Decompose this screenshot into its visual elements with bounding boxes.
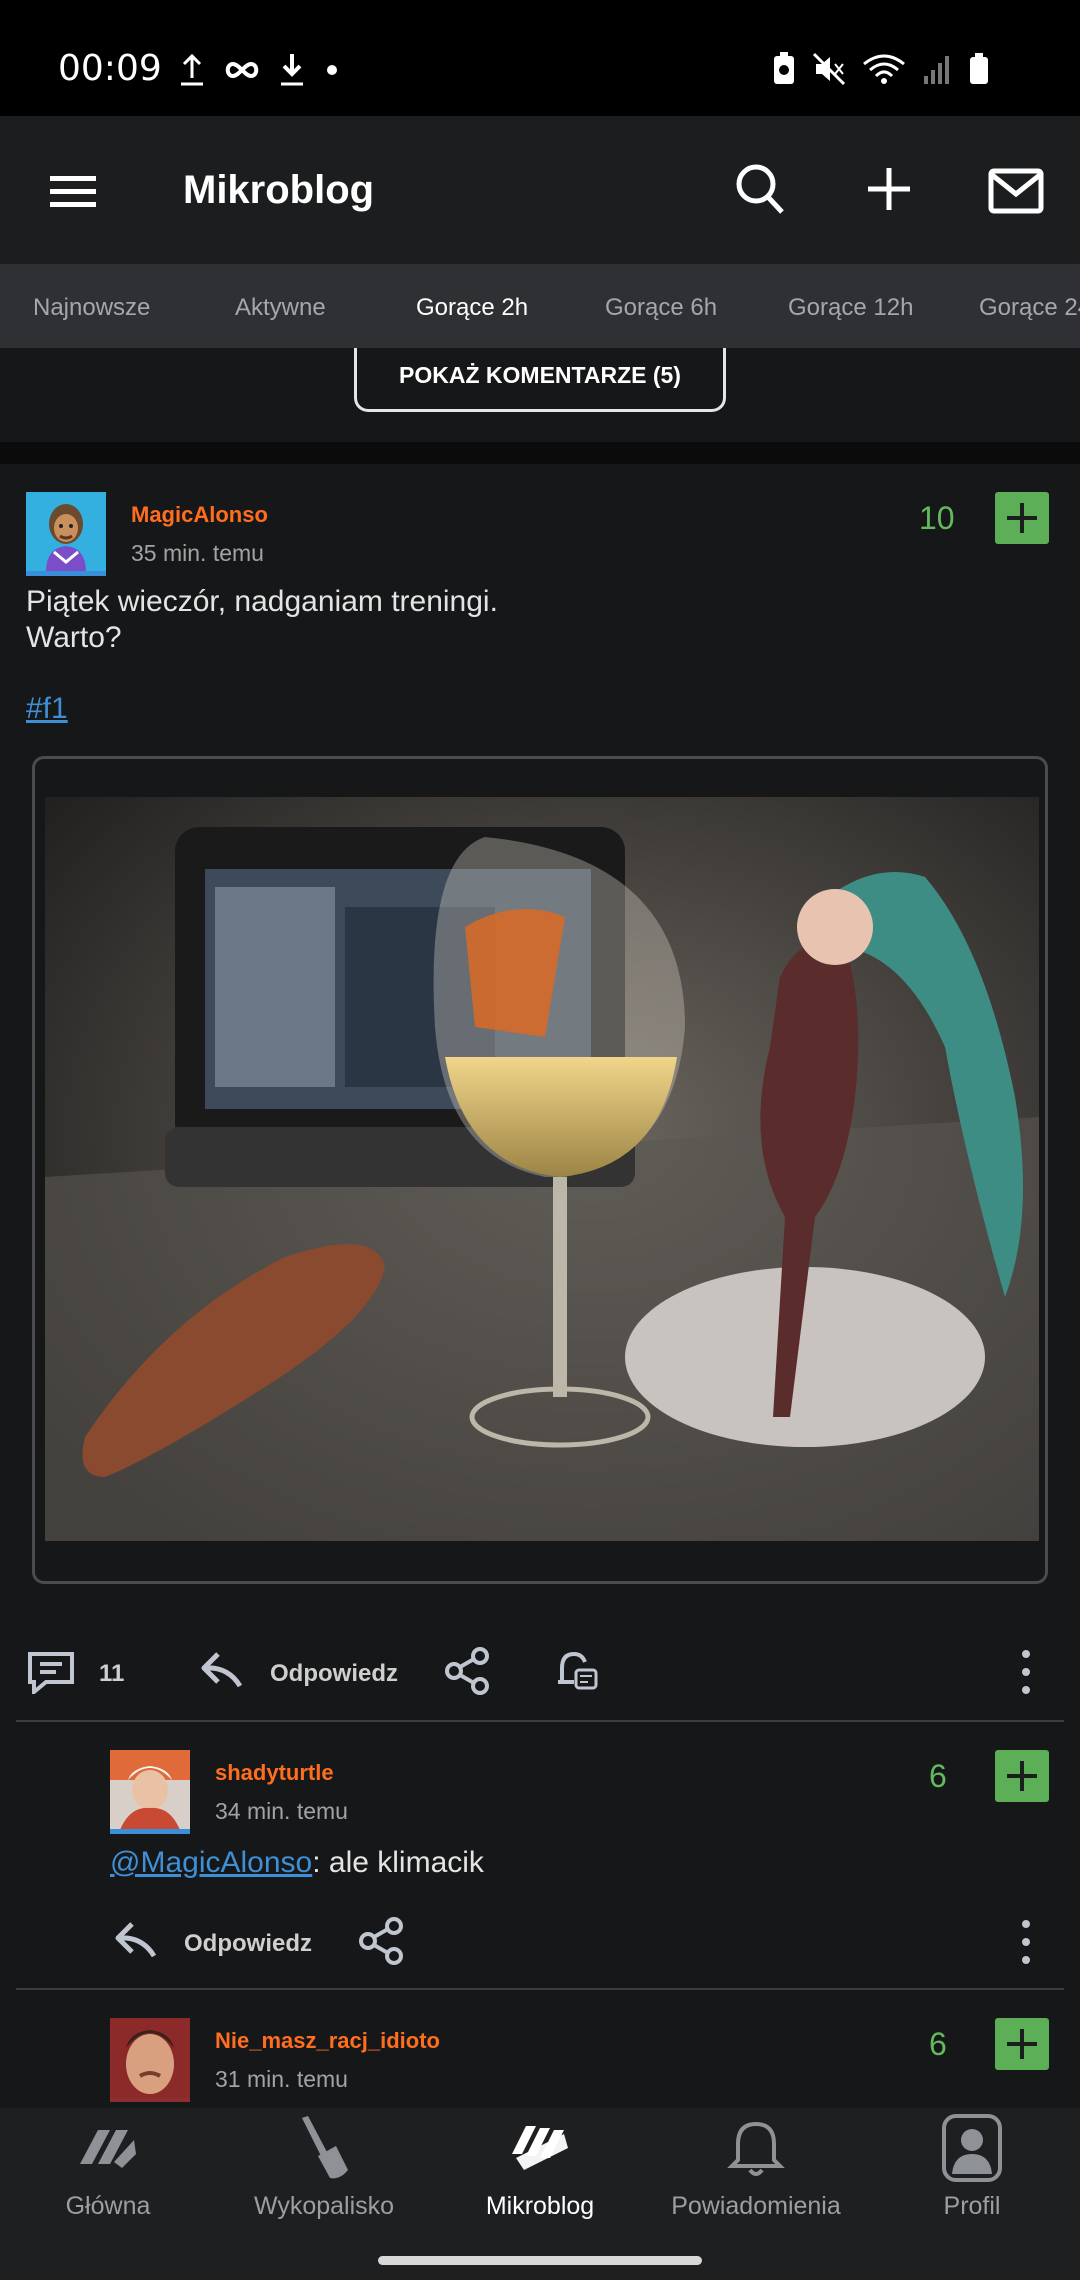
nav-label: Powiadomienia xyxy=(671,2192,841,2220)
share-icon[interactable] xyxy=(356,1916,406,1966)
reply-button[interactable]: Odpowiedz xyxy=(270,1660,398,1688)
more-options-icon[interactable] xyxy=(1016,1918,1036,1966)
avatar[interactable] xyxy=(26,492,106,576)
post-actions: 11 Odpowiedz xyxy=(0,1642,1080,1702)
tab-aktywne[interactable]: Aktywne xyxy=(235,294,326,322)
profile-icon xyxy=(942,2114,1002,2182)
add-icon[interactable] xyxy=(864,164,914,214)
post-author[interactable]: MagicAlonso xyxy=(131,502,268,528)
comment-author[interactable]: shadyturtle xyxy=(215,1760,334,1786)
battery-saver-icon xyxy=(774,52,794,84)
tab-gorace-6h[interactable]: Gorące 6h xyxy=(605,294,717,322)
bell-icon xyxy=(727,2121,785,2176)
infinity-icon xyxy=(225,61,259,79)
nav-label: Mikroblog xyxy=(485,2192,595,2220)
nav-glowna[interactable]: Główna xyxy=(0,2108,216,2240)
tab-gorace-24h[interactable]: Gorące 24h xyxy=(979,294,1080,322)
nav-mikroblog[interactable]: Mikroblog xyxy=(432,2108,648,2240)
comment-avatar[interactable] xyxy=(110,2018,190,2102)
tab-bar: Najnowsze Aktywne Gorące 2h Gorące 6h Go… xyxy=(0,264,1080,348)
search-icon[interactable] xyxy=(734,162,786,218)
nav-wykopalisko[interactable]: Wykopalisko xyxy=(216,2108,432,2240)
nav-label: Wykopalisko xyxy=(253,2192,395,2220)
post-text: Piątek wieczór, nadganiam treningi. Wart… xyxy=(26,584,498,656)
status-bar: 00:09 xyxy=(0,0,1080,116)
signal-icon xyxy=(924,56,949,84)
post-photo xyxy=(45,797,1039,1541)
comment-upvote-button[interactable] xyxy=(995,1750,1049,1802)
home-indicator[interactable] xyxy=(378,2256,702,2265)
tab-najnowsze[interactable]: Najnowsze xyxy=(33,294,150,322)
post-hashtag[interactable]: #f1 xyxy=(26,692,68,726)
show-comments-button[interactable]: POKAŻ KOMENTARZE (5) xyxy=(354,348,726,412)
notification-bell-icon[interactable] xyxy=(552,1646,600,1696)
nav-label: Profil xyxy=(943,2192,1001,2220)
upvote-button[interactable] xyxy=(995,492,1049,544)
mail-icon[interactable] xyxy=(988,168,1044,214)
shovel-icon xyxy=(302,2116,348,2179)
more-options-icon[interactable] xyxy=(1016,1648,1036,1696)
post-separator xyxy=(0,442,1080,464)
comment-vote-count: 6 xyxy=(929,1758,947,1794)
post-vote-count: 10 xyxy=(919,500,955,536)
tab-gorace-2h[interactable]: Gorące 2h xyxy=(416,294,528,322)
comment-vote-count: 6 xyxy=(929,2026,947,2062)
mute-icon xyxy=(812,52,846,86)
post-time: 35 min. temu xyxy=(131,540,264,566)
comment-avatar-image xyxy=(110,2018,190,2098)
comment-actions: Odpowiedz xyxy=(0,1912,1080,1972)
gesture-bar xyxy=(0,2240,1080,2280)
wifi-icon xyxy=(863,54,905,84)
comment-body: : ale klimacik xyxy=(312,1846,484,1879)
download-icon xyxy=(281,54,303,86)
divider xyxy=(16,1988,1064,1990)
bottom-navigation: Główna Wykopalisko Mikroblog Powiadomien… xyxy=(0,2108,1080,2240)
comments-icon[interactable] xyxy=(26,1650,76,1694)
upload-icon xyxy=(181,53,203,86)
comment-count[interactable]: 11 xyxy=(99,1660,124,1688)
battery-icon xyxy=(970,53,988,84)
comment-author[interactable]: Nie_masz_racj_idioto xyxy=(215,2028,440,2054)
post-text-line: Warto? xyxy=(26,621,122,654)
mention-link[interactable]: @MagicAlonso xyxy=(110,1846,312,1879)
nav-powiadomienia[interactable]: Powiadomienia xyxy=(648,2108,864,2240)
home-logo-icon xyxy=(80,2130,136,2168)
divider xyxy=(16,1720,1064,1722)
share-icon[interactable] xyxy=(442,1646,492,1696)
reply-icon[interactable] xyxy=(112,1916,162,1964)
app-bar: Mikroblog xyxy=(0,116,1080,264)
tab-gorace-12h[interactable]: Gorące 12h xyxy=(788,294,913,322)
nav-profil[interactable]: Profil xyxy=(864,2108,1080,2240)
status-time: 00:09 xyxy=(58,48,162,89)
mikroblog-logo-icon xyxy=(512,2126,568,2170)
reply-icon[interactable] xyxy=(198,1646,248,1694)
comment-text: @MagicAlonso: ale klimacik xyxy=(110,1846,484,1880)
post-text-line: Piątek wieczór, nadganiam treningi. xyxy=(26,585,498,618)
comment-time: 31 min. temu xyxy=(215,2066,348,2092)
post-image-frame[interactable] xyxy=(32,756,1048,1584)
comment-avatar-image xyxy=(110,1750,190,1829)
comment-avatar[interactable] xyxy=(110,1750,190,1834)
menu-icon[interactable] xyxy=(48,172,98,212)
post-image[interactable] xyxy=(45,797,1039,1541)
comment-reply-button[interactable]: Odpowiedz xyxy=(184,1930,312,1958)
comment-time: 34 min. temu xyxy=(215,1798,348,1824)
dot-icon xyxy=(327,65,337,75)
comment-upvote-button[interactable] xyxy=(995,2018,1049,2070)
avatar-image xyxy=(26,492,106,571)
nav-label: Główna xyxy=(65,2192,151,2220)
page-title: Mikroblog xyxy=(183,168,375,212)
feed: POKAŻ KOMENTARZE (5) MagicAlonso 35 min.… xyxy=(0,348,1080,2108)
